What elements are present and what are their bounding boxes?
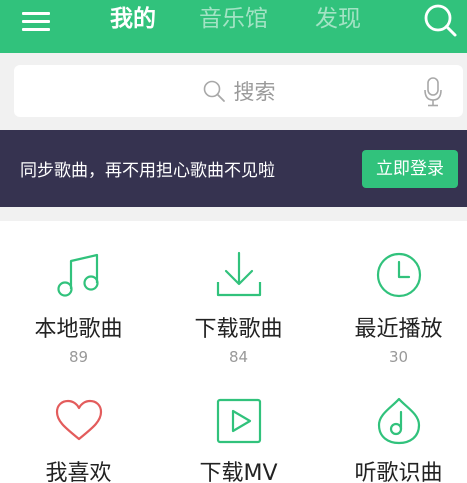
music-app-my-page: 我的 音乐馆 发现 搜索 同步歌曲，再不用担心歌曲不见啦 立即登录 本地歌曲 8… [0,0,467,483]
login-button[interactable]: 立即登录 [362,150,458,188]
grid-item-label: 本地歌曲 [34,317,123,342]
login-banner-text: 同步歌曲，再不用担心歌曲不见啦 [20,161,275,181]
heart-icon [55,399,102,441]
search-input[interactable]: 搜索 [14,65,463,117]
grid-item-count: 84 [228,348,249,366]
top-bar: 我的 音乐馆 发现 [0,0,467,53]
grid-item-count: 89 [68,348,89,366]
grid-item-label: 下载歌曲 [194,317,283,342]
tab-music-hall[interactable]: 音乐馆 [199,2,268,36]
clock-icon [376,252,421,298]
grid-item-downloaded-mv[interactable]: 下载MV [161,371,316,483]
video-play-icon [216,398,261,444]
search-area: 搜索 [0,53,467,130]
grid-item-label: 听歌识曲 [354,461,443,483]
grid-item-song-recognition[interactable]: 听歌识曲 [321,371,467,483]
tab-my-music[interactable]: 我的 [110,2,156,36]
download-icon [216,251,261,297]
login-banner: 同步歌曲，再不用担心歌曲不见啦 立即登录 [0,130,467,207]
my-music-grid: 本地歌曲 89 下载歌曲 84 最近播放 30 我喜欢 下载MV 听歌识曲 [0,221,467,483]
grid-item-count: 30 [388,348,409,366]
grid-item-downloaded-songs[interactable]: 下载歌曲 84 [161,221,316,371]
grid-item-local-songs[interactable]: 本地歌曲 89 [1,221,156,371]
grid-item-favorites[interactable]: 我喜欢 [1,371,156,483]
grid-item-label: 我喜欢 [45,461,112,483]
search-icon[interactable] [422,2,458,38]
section-divider [0,207,467,221]
music-note-icon [56,253,99,297]
hamburger-menu-icon[interactable] [22,10,52,34]
grid-item-label: 最近播放 [354,317,443,342]
grid-item-recently-played[interactable]: 最近播放 30 [321,221,467,371]
search-icon [203,80,225,102]
grid-item-label: 下载MV [199,461,278,483]
music-recognition-icon [377,397,420,445]
tab-discover[interactable]: 发现 [315,2,361,36]
search-placeholder: 搜索 [233,80,276,104]
microphone-icon[interactable] [423,77,443,107]
